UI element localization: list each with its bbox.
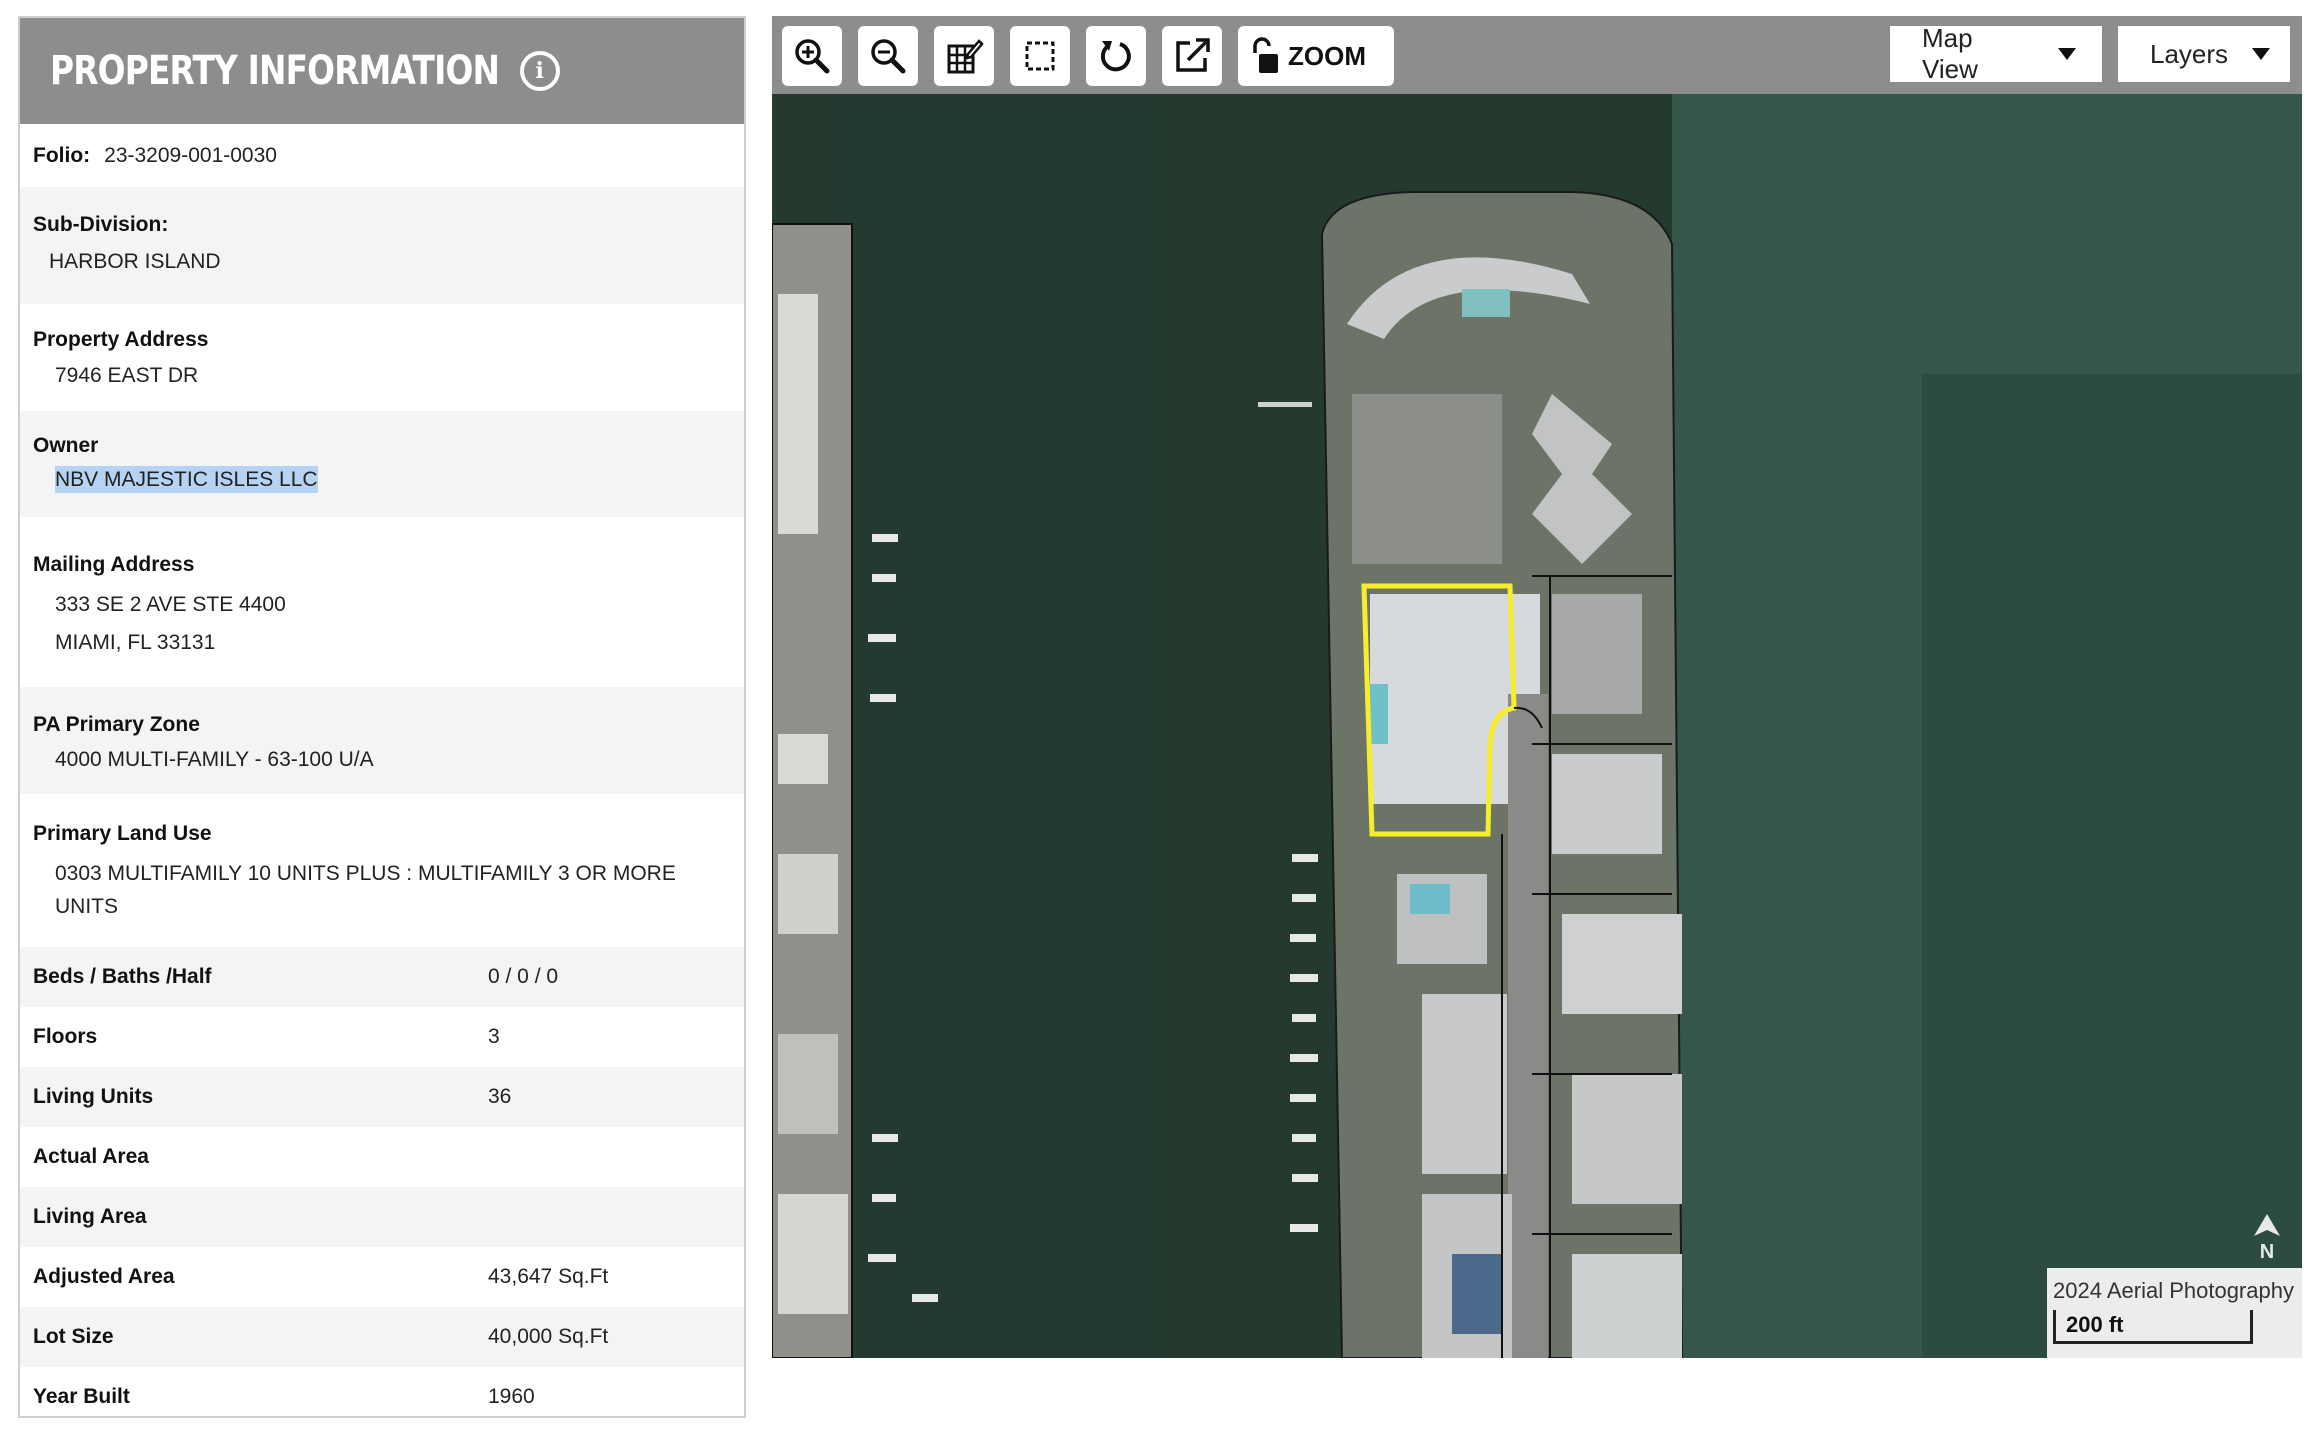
select-area-icon xyxy=(1025,41,1055,71)
edit-map-button[interactable] xyxy=(934,26,994,86)
detail-label: Lot Size xyxy=(33,1325,114,1348)
detail-row: Living Area xyxy=(20,1187,744,1247)
map-toolbar: ZOOM Map View Layers xyxy=(772,16,2302,94)
unlock-icon xyxy=(1253,37,1278,73)
primary-zone-label: PA Primary Zone xyxy=(33,713,200,736)
detail-row: Floors 3 xyxy=(20,1007,744,1067)
primary-land-use-section: Primary Land Use 0303 MULTIFAMILY 10 UNI… xyxy=(20,794,744,947)
zoom-label: ZOOM xyxy=(1288,40,1366,71)
primary-land-use-label: Primary Land Use xyxy=(33,822,212,845)
subdivision-section: Sub-Division: HARBOR ISLAND xyxy=(20,187,744,304)
map-view-dropdown[interactable]: Map View xyxy=(1890,23,2102,84)
detail-label: Beds / Baths /Half xyxy=(33,965,212,988)
external-link-icon xyxy=(1176,38,1210,72)
zoom-out-icon xyxy=(871,39,906,74)
zoom-in-icon xyxy=(795,39,830,74)
detail-value: 1960 xyxy=(488,1385,535,1408)
attribution-text: 2024 Aerial Photography xyxy=(2053,1278,2294,1303)
detail-label: Floors xyxy=(33,1025,98,1048)
chevron-down-icon xyxy=(2058,48,2076,60)
property-details-table: Beds / Baths /Half 0 / 0 / 0 Floors 3 Li… xyxy=(20,947,744,1416)
layers-dropdown[interactable]: Layers xyxy=(2118,26,2290,82)
map-attribution: 2024 Aerial Photography 200 ft xyxy=(2047,1268,2302,1358)
scale-label: 200 ft xyxy=(2066,1312,2124,1337)
detail-label: Actual Area xyxy=(33,1145,149,1168)
refresh-button[interactable] xyxy=(1086,26,1146,86)
detail-label: Living Units xyxy=(33,1085,154,1108)
panel-title: PROPERTY INFORMATION xyxy=(50,48,500,94)
folio-row: Folio: 23-3209-001-0030 xyxy=(20,124,744,187)
north-arrow-icon: N xyxy=(2254,1214,2280,1262)
detail-value: 43,647 Sq.Ft xyxy=(488,1265,609,1288)
property-address-section: Property Address 7946 EAST DR xyxy=(20,304,744,411)
zoom-in-button[interactable] xyxy=(782,26,842,86)
detail-value: 40,000 Sq.Ft xyxy=(488,1325,609,1348)
detail-value: 3 xyxy=(488,1025,500,1048)
primary-zone-section: PA Primary Zone 4000 MULTI-FAMILY - 63-1… xyxy=(20,687,744,794)
layers-label: Layers xyxy=(2150,38,2229,69)
mailing-address-line1: 333 SE 2 AVE STE 4400 xyxy=(55,593,286,616)
detail-row: Living Units 36 xyxy=(20,1067,744,1127)
detail-row: Year Built 1960 xyxy=(20,1367,744,1416)
owner-section: Owner NBV MAJESTIC ISLES LLC xyxy=(20,411,744,517)
mailing-address-line2: MIAMI, FL 33131 xyxy=(55,631,216,654)
detail-value: 36 xyxy=(488,1085,512,1108)
folio-value: 23-3209-001-0030 xyxy=(104,143,277,167)
primary-zone-value: 4000 MULTI-FAMILY - 63-100 U/A xyxy=(55,748,374,771)
zoom-out-button[interactable] xyxy=(858,26,918,86)
subdivision-value: HARBOR ISLAND xyxy=(49,250,221,273)
detail-label: Adjusted Area xyxy=(33,1265,175,1288)
detail-value: 0 / 0 / 0 xyxy=(488,965,559,988)
property-address-value: 7946 EAST DR xyxy=(55,364,199,387)
panel-header: PROPERTY INFORMATION i xyxy=(20,18,744,124)
owner-value[interactable]: NBV MAJESTIC ISLES LLC xyxy=(55,466,318,493)
scale-bar: 200 ft xyxy=(2053,1310,2253,1344)
detail-label: Year Built xyxy=(33,1385,130,1408)
info-icon[interactable]: i xyxy=(519,51,560,91)
mailing-address-label: Mailing Address xyxy=(33,553,195,576)
subdivision-label: Sub-Division: xyxy=(33,213,169,236)
select-area-button[interactable] xyxy=(1010,26,1070,86)
detail-label: Living Area xyxy=(33,1205,147,1228)
detail-row: Lot Size 40,000 Sq.Ft xyxy=(20,1307,744,1367)
folio-label: Folio: xyxy=(33,143,91,167)
primary-land-use-value: 0303 MULTIFAMILY 10 UNITS PLUS : MULTIFA… xyxy=(55,862,676,918)
map-view-label: Map View xyxy=(1922,23,1978,84)
detail-row: Beds / Baths /Half 0 / 0 / 0 xyxy=(20,947,744,1007)
detail-row: Adjusted Area 43,647 Sq.Ft xyxy=(20,1247,744,1307)
edit-map-icon xyxy=(947,39,984,74)
external-link-button[interactable] xyxy=(1162,26,1222,86)
zoom-lock-button[interactable]: ZOOM xyxy=(1238,26,1394,86)
detail-row: Actual Area xyxy=(20,1127,744,1187)
aerial-map[interactable]: N 2024 Aerial Photography 200 ft xyxy=(772,94,2302,1358)
property-information-panel: PROPERTY INFORMATION i Folio: 23-3209-00… xyxy=(18,16,746,1418)
north-label: N xyxy=(2260,1241,2274,1262)
owner-label: Owner xyxy=(33,434,99,457)
refresh-icon xyxy=(1100,41,1131,72)
property-address-label: Property Address xyxy=(33,328,209,351)
mailing-address-section: Mailing Address 333 SE 2 AVE STE 4400 MI… xyxy=(20,517,744,687)
chevron-down-icon xyxy=(2252,48,2271,60)
aerial-imagery xyxy=(772,94,2302,1358)
